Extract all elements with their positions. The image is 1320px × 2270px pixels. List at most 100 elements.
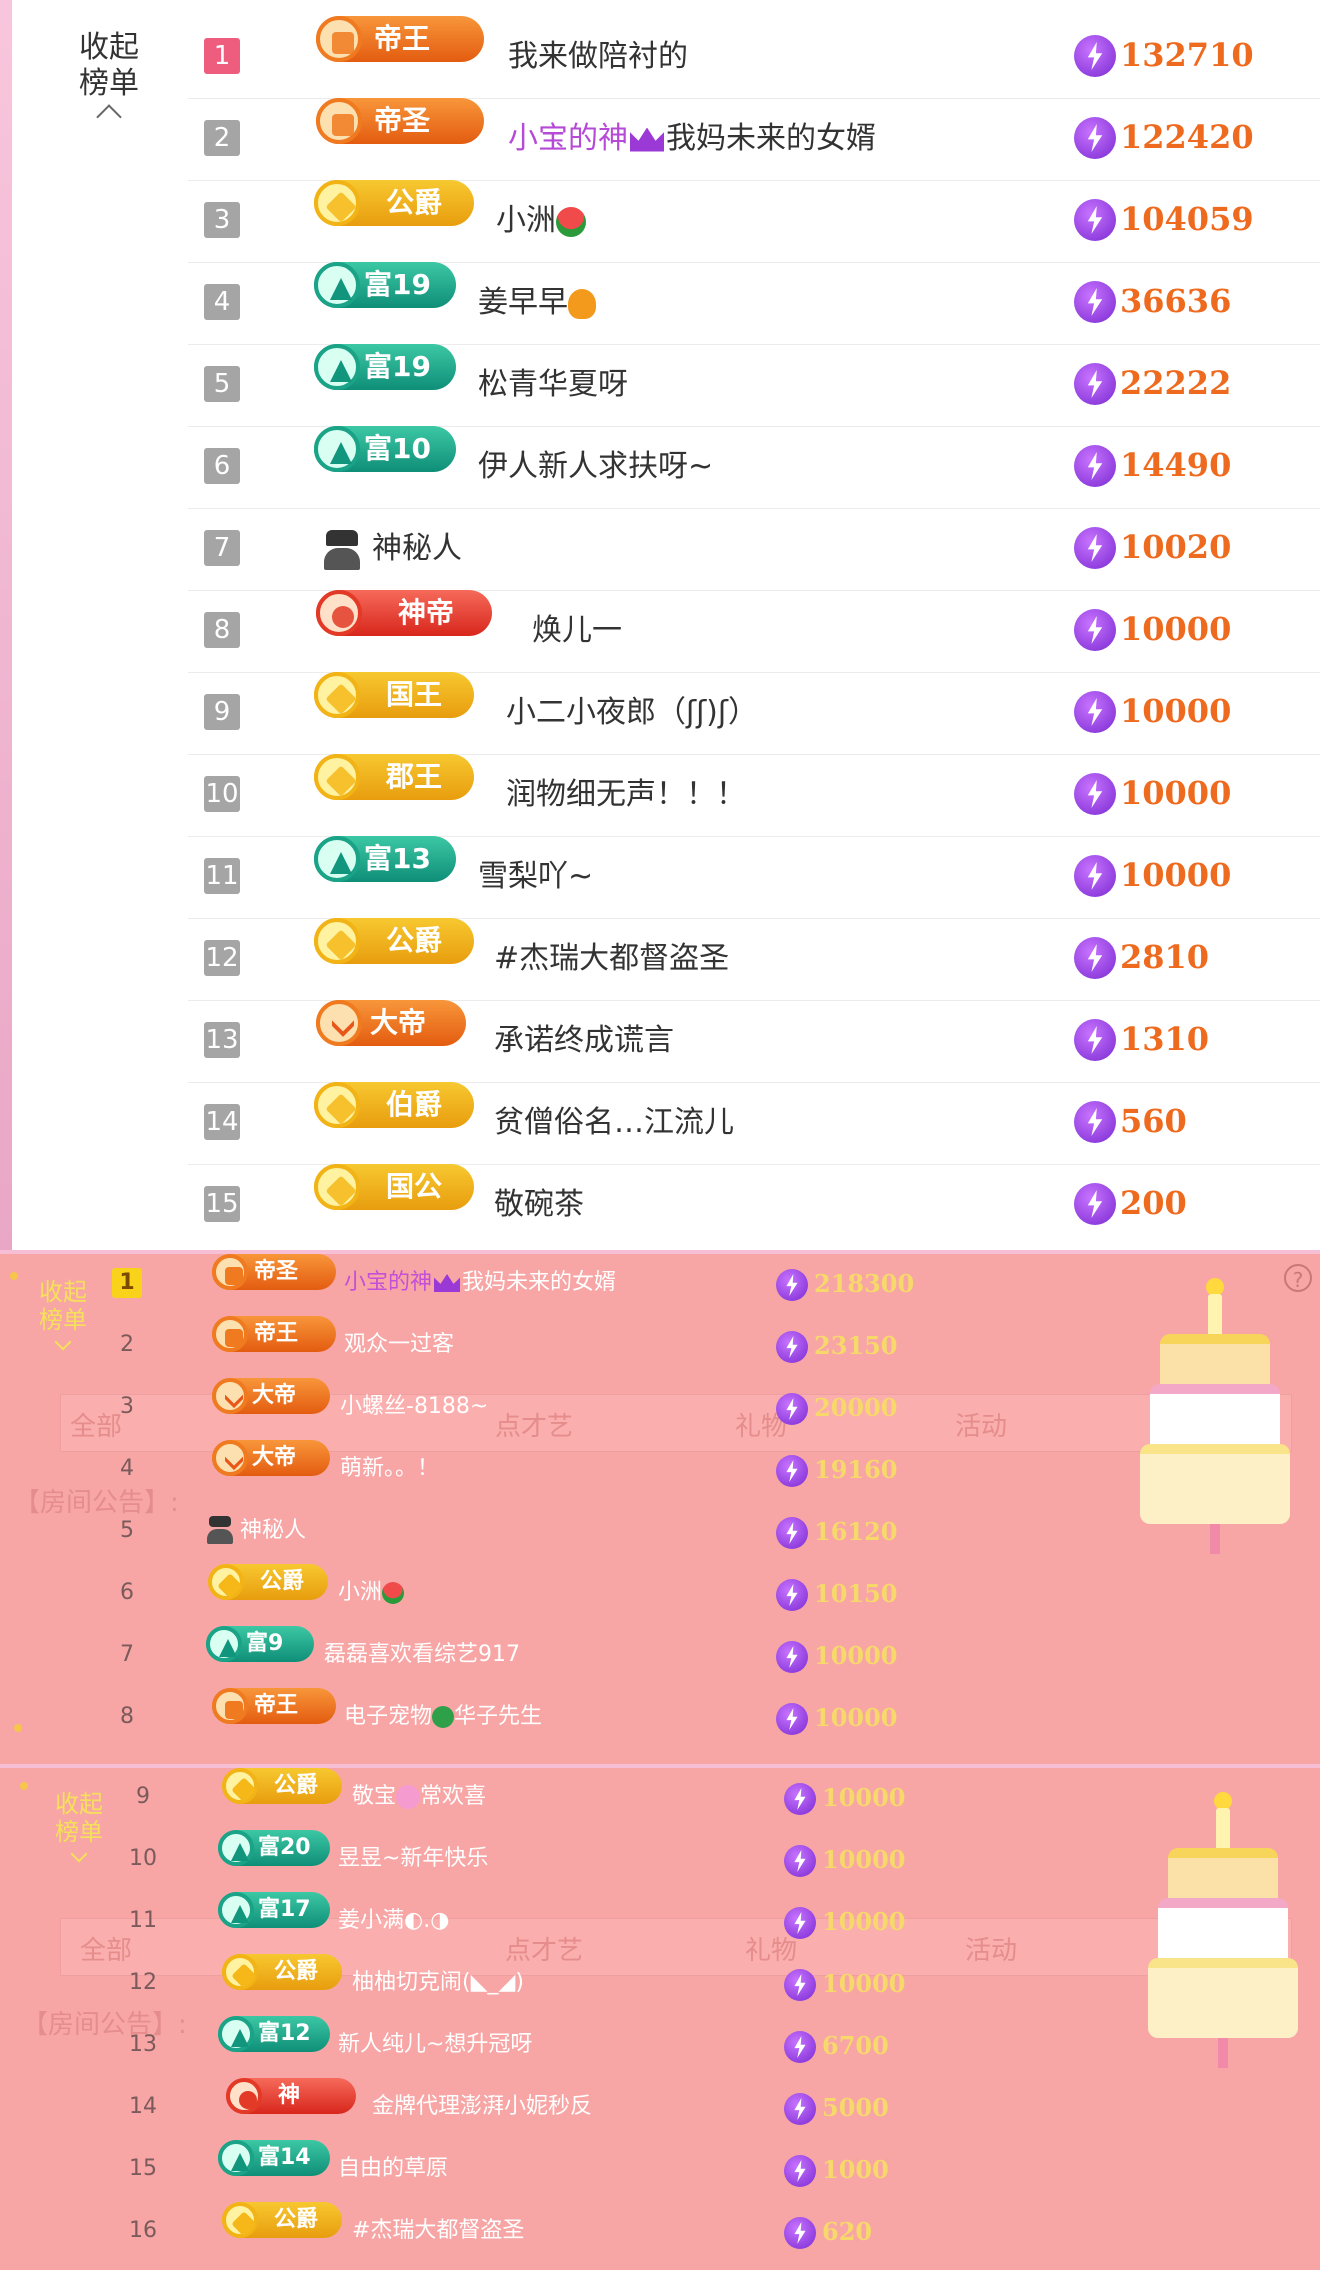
badge-label: 富17: [258, 1897, 311, 1922]
badge-label: 帝王: [254, 1321, 299, 1346]
user-name: 柚柚切克闹(◣_◢): [352, 1970, 525, 1995]
emperor-badge-icon: [316, 98, 362, 144]
wealth-badge-icon: [218, 2140, 254, 2176]
level-badge: 富20: [218, 1830, 330, 1866]
ranking-row[interactable]: 14 神 金牌代理澎湃小妮秒反 5000: [100, 2078, 1200, 2140]
ranking-row[interactable]: 5 富19 松青华夏呀 22222: [188, 344, 1320, 427]
badge-label: 富10: [364, 432, 431, 465]
lightning-coin-icon: [1074, 855, 1116, 897]
ranking-row[interactable]: 8 神帝 焕儿一 10000: [188, 590, 1320, 673]
badge-label: 公爵: [386, 924, 443, 957]
contribution-score: 20000: [814, 1393, 898, 1422]
badge-label: 公爵: [260, 1569, 305, 1594]
lightning-coin-icon: [776, 1269, 808, 1301]
crown-icon: [434, 1274, 461, 1292]
noble-badge-icon: [314, 1082, 360, 1128]
noble-badge-icon: [222, 1768, 258, 1804]
badge-label: 大帝: [370, 1006, 427, 1039]
ranking-row[interactable]: 9 公爵 敬宝 常欢喜 10000: [100, 1768, 1200, 1830]
rank-number: 1: [112, 1268, 142, 1298]
lightning-coin-icon: [776, 1455, 808, 1487]
ranking-row[interactable]: 2 帝王 观众一过客 23150: [100, 1316, 1200, 1378]
ranking-row[interactable]: 7 富9 磊磊喜欢看综艺917 10000: [100, 1626, 1200, 1688]
ranking-row[interactable]: 1 帝圣 小宝的神 我妈未来的女婿 218300: [100, 1254, 1200, 1316]
collapse-ranking-button[interactable]: 收起 榜单: [64, 30, 154, 130]
level-badge: 公爵: [222, 1768, 342, 1804]
rank-number: 2: [204, 120, 240, 156]
ranking-row[interactable]: 2 帝圣 小宝的神 我妈未来的女婿 122420: [188, 98, 1320, 181]
lightning-coin-icon: [1074, 199, 1116, 241]
ranking-row[interactable]: 4 大帝 萌新。。！ 19160: [100, 1440, 1200, 1502]
badge-label: 富14: [258, 2145, 311, 2170]
ranking-row[interactable]: 4 富19 姜早早 36636: [188, 262, 1320, 345]
noble-badge-icon: [314, 180, 360, 226]
emperor-badge-icon: [212, 1316, 248, 1352]
ranking-row[interactable]: 6 富10 伊人新人求扶呀~ 14490: [188, 426, 1320, 509]
ranking-row[interactable]: 8 帝王 电子宠物 华子先生 10000: [100, 1688, 1200, 1750]
rank-number: 5: [120, 1518, 134, 1543]
badge-label: 富12: [258, 2021, 311, 2046]
ranking-row[interactable]: 10 富20 昱昱~新年快乐 10000: [100, 1830, 1200, 1892]
lightning-coin-icon: [784, 2093, 816, 2125]
rank-number: 7: [204, 530, 240, 566]
level-badge: 伯爵: [314, 1082, 474, 1128]
sparkle-icon: [14, 1724, 22, 1732]
user-name-part: 小洲: [496, 203, 556, 238]
lightning-coin-icon: [1074, 937, 1116, 979]
lightning-coin-icon: [784, 1845, 816, 1877]
ranking-row[interactable]: 5 神秘人 16120: [100, 1502, 1200, 1564]
contribution-score: 23150: [814, 1331, 898, 1360]
ranking-row[interactable]: 1 帝王 我来做陪衬的 132710: [188, 16, 1320, 99]
ranking-row[interactable]: 16 公爵 #杰瑞大都督盗圣 620: [100, 2202, 1200, 2264]
ranking-row[interactable]: 6 公爵 小洲 10150: [100, 1564, 1200, 1626]
emperor-badge-icon: [316, 16, 362, 62]
ranking-row[interactable]: 11 富13 雪梨吖~ 10000: [188, 836, 1320, 919]
badge-label: 富13: [364, 842, 431, 875]
collapse-label-1: 收起: [79, 30, 139, 65]
ranking-row[interactable]: 9 国王 小二小夜郎（ʃʃ)ʃ） 10000: [188, 672, 1320, 755]
collapse-ranking-button[interactable]: 收起 榜单: [28, 1278, 98, 1351]
lightning-coin-icon: [1074, 1101, 1116, 1143]
user-name-part: 敬宝: [352, 1784, 397, 1809]
badge-label: 国公: [386, 1170, 443, 1203]
ranking-row[interactable]: 13 富12 新人纯儿~想升冠呀 6700: [100, 2016, 1200, 2078]
rank-number: 2: [120, 1332, 134, 1357]
contribution-score: 104059: [1120, 200, 1254, 238]
contribution-score: 1000: [822, 2155, 889, 2184]
ranking-row[interactable]: 14 伯爵 贫僧俗名…江流儿 560: [188, 1082, 1320, 1165]
ranking-row[interactable]: 7 神秘人 10020: [188, 508, 1320, 591]
lightning-coin-icon: [1074, 773, 1116, 815]
ranking-row[interactable]: 15 富14 自由的草原 1000: [100, 2140, 1200, 2202]
ranking-panel: 收起 榜单 1 帝王 我来做陪衬的 132710 2 帝圣 小宝的神 我妈未来的女…: [12, 0, 1320, 1250]
ranking-row[interactable]: 10 郡王 润物细无声！！！ 10000: [188, 754, 1320, 837]
badge-label: 国王: [386, 678, 443, 711]
contribution-score: 10000: [814, 1641, 898, 1670]
ranking-row[interactable]: 3 大帝 小螺丝-8188~ 20000: [100, 1378, 1200, 1440]
level-badge: 富9: [206, 1626, 314, 1662]
level-badge: 富12: [218, 2016, 330, 2052]
ranking-row[interactable]: 3 公爵 小洲 104059: [188, 180, 1320, 263]
level-badge: 郡王: [314, 754, 474, 800]
wealth-badge-icon: [314, 426, 360, 472]
lightning-coin-icon: [1074, 1019, 1116, 1061]
collapse-label-2: 榜单: [39, 1306, 87, 1334]
rank-number: 14: [129, 2094, 157, 2119]
chevron-down-icon: [70, 1845, 88, 1863]
level-badge: 神帝: [316, 590, 492, 636]
ranking-row[interactable]: 13 大帝 承诺终成谎言 1310: [188, 1000, 1320, 1083]
help-icon[interactable]: ?: [1284, 1264, 1312, 1292]
contribution-score: 10000: [1120, 856, 1232, 894]
ranking-row[interactable]: 12 公爵 柚柚切克闹(◣_◢) 10000: [100, 1954, 1200, 2016]
user-name-part: 华子先生: [454, 1704, 543, 1729]
user-name-part: 小宝的神: [344, 1270, 433, 1295]
rank-number: 6: [120, 1580, 134, 1605]
user-name: 小宝的神 我妈未来的女婿: [508, 114, 876, 164]
badge-label: 神: [278, 2083, 301, 2108]
flower-icon: [396, 1785, 421, 1809]
contribution-score: 19160: [814, 1455, 898, 1484]
ranking-row[interactable]: 11 富17 姜小满◐.◑ 10000: [100, 1892, 1200, 1954]
user-name: 磊磊喜欢看综艺917: [324, 1642, 520, 1667]
ranking-row[interactable]: 12 公爵 #杰瑞大都督盗圣 2810: [188, 918, 1320, 1001]
ranking-overlay-panel: 全部 点才艺 礼物 活动 【房间公告】: 收起 榜单 9 公爵 敬宝 常欢喜 10…: [0, 1768, 1320, 2270]
ranking-row[interactable]: 15 国公 敬碗茶 200: [188, 1164, 1320, 1246]
